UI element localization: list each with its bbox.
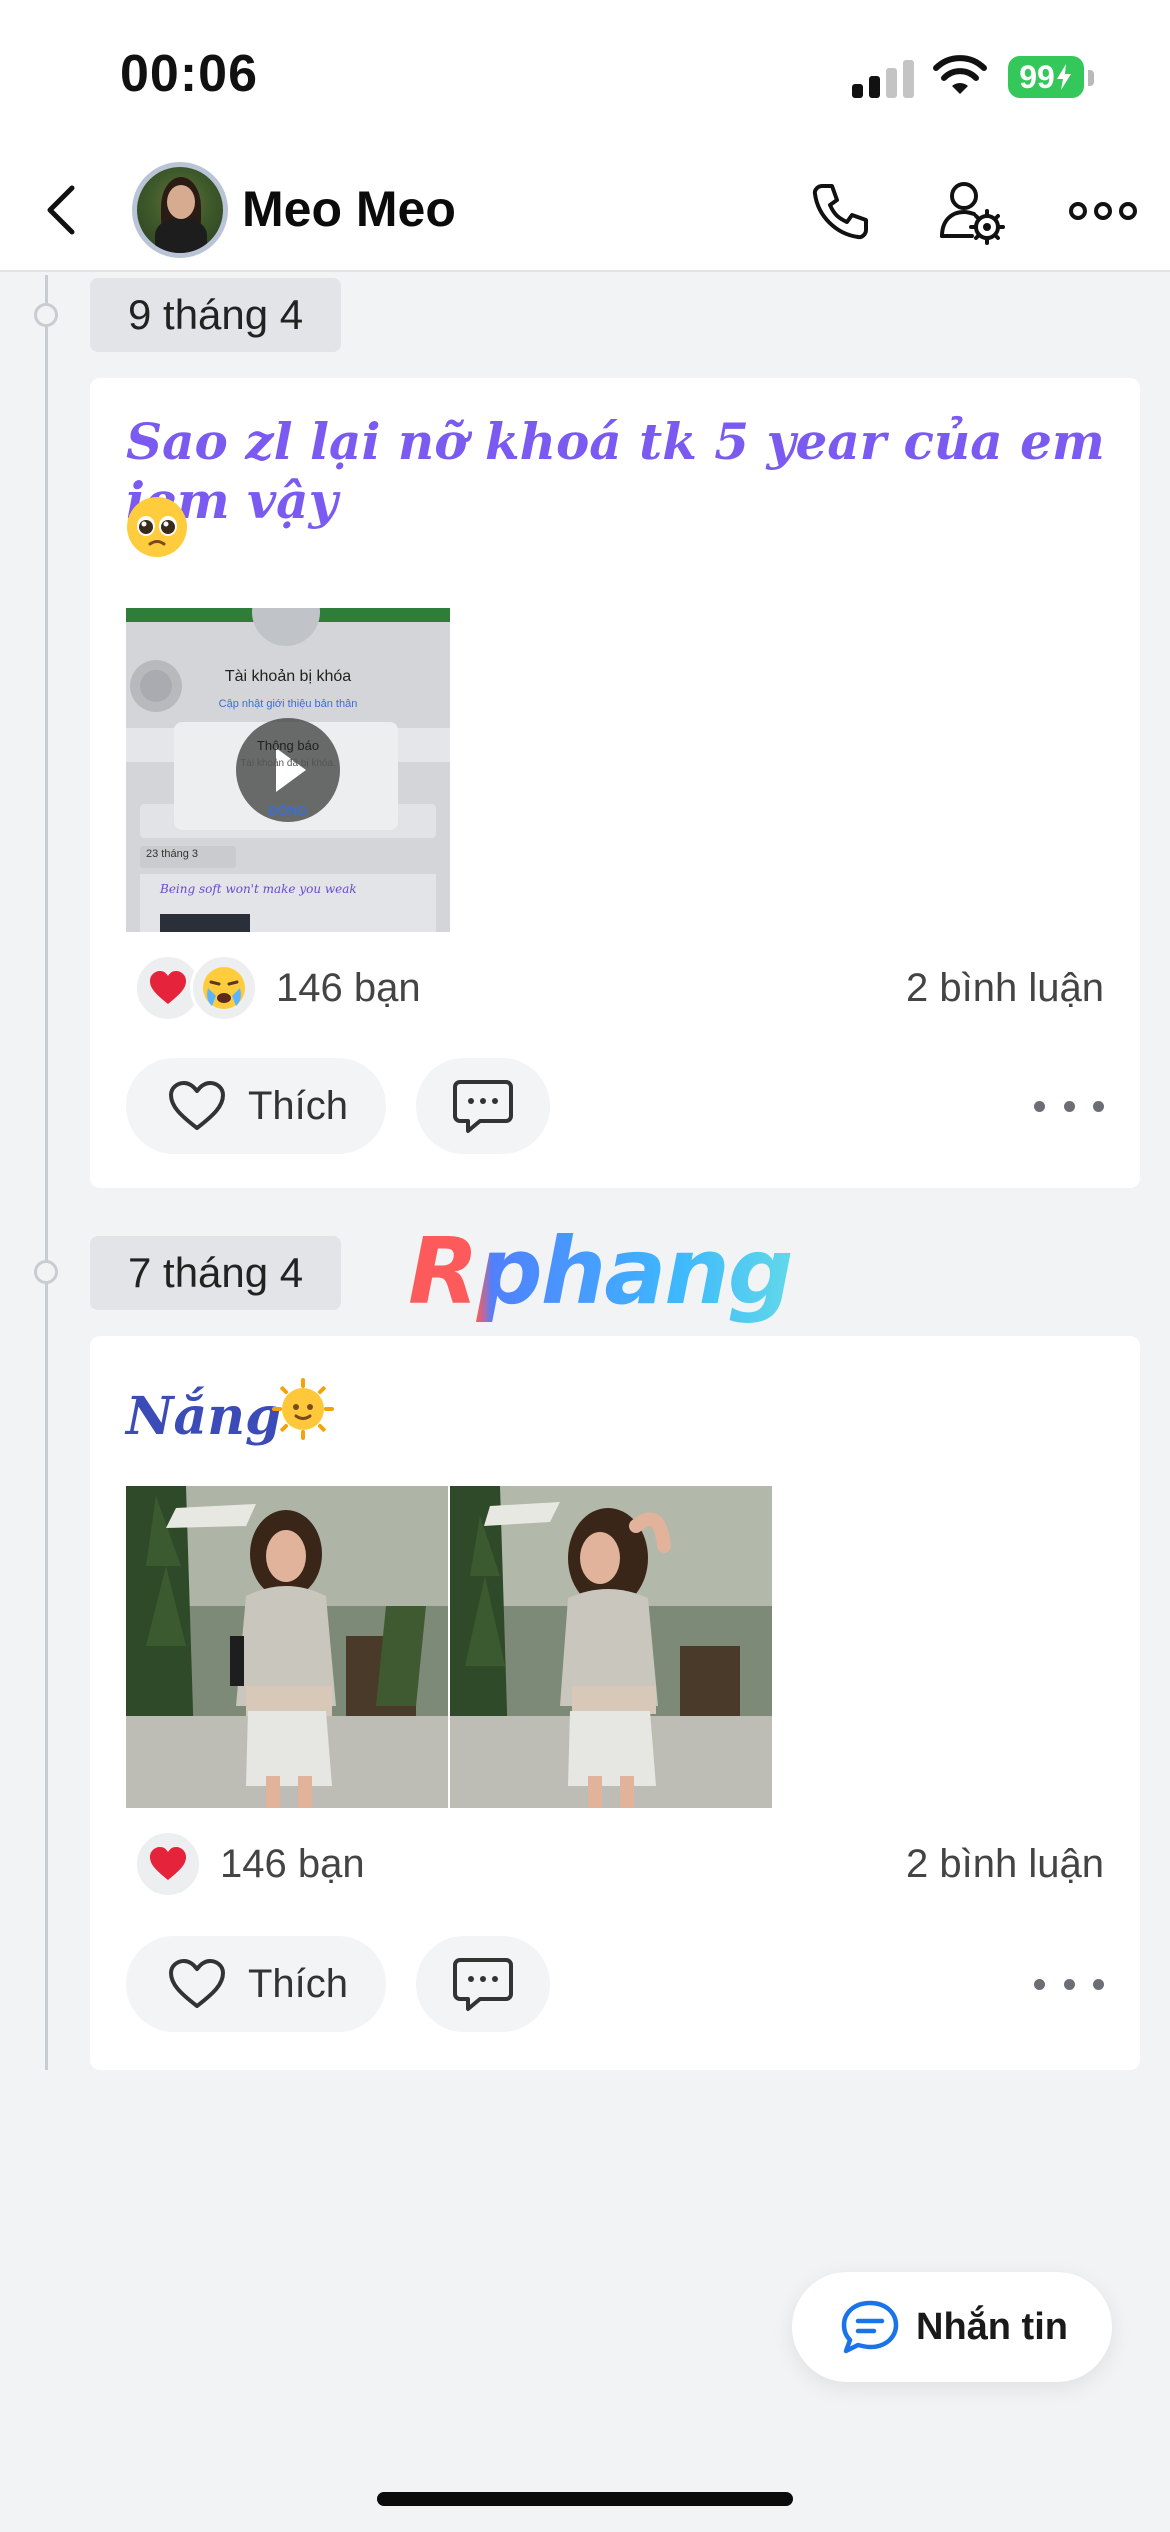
video-dialog-button: ĐÓNG <box>268 803 308 818</box>
sun-face-icon <box>272 1378 334 1440</box>
timeline-line <box>45 275 48 2070</box>
like-button[interactable]: Thích <box>126 1058 386 1154</box>
video-dialog-title: Thông báo <box>256 738 320 753</box>
video-inner-date: 23 tháng 3 <box>146 848 198 860</box>
video-title: Tài khoản bị khóa <box>224 668 352 685</box>
comment-button[interactable] <box>416 1058 550 1154</box>
reactions-summary[interactable]: 146 bạn <box>134 1830 365 1898</box>
comment-icon <box>453 1958 513 2011</box>
message-button[interactable]: Nhắn tin <box>792 2272 1112 2382</box>
like-label: Thích <box>248 1961 349 2006</box>
photo-thumbnail[interactable] <box>450 1486 772 1808</box>
video-thumbnail[interactable]: Tài khoản bị khóa Cập nhật giới thiệu bả… <box>126 608 450 932</box>
reactions-summary[interactable]: 146 bạn <box>134 954 421 1022</box>
timeline-dot <box>34 1260 58 1284</box>
post-options-icon[interactable] <box>1034 1964 1104 2004</box>
comment-button[interactable] <box>416 1936 550 2032</box>
message-button-label: Nhắn tin <box>916 2305 1068 2348</box>
video-dialog-body: Tài khoản đã bị khóa. <box>240 758 336 769</box>
contact-name[interactable]: Meo Meo <box>242 180 456 238</box>
crying-reaction-icon <box>190 954 258 1022</box>
post-card: Nắng 146 bạn 2 bình luận Thích <box>90 1336 1140 2070</box>
reaction-count: 146 bạn <box>220 1841 365 1886</box>
post-text: Sao zl lại nỡ khoá tk 5 year của em iem … <box>126 412 1105 530</box>
avatar[interactable] <box>132 162 228 258</box>
profile-header: Meo Meo <box>0 150 1170 272</box>
watermark-logo: Rphang <box>408 1218 794 1325</box>
battery-level: 99 <box>1019 58 1055 95</box>
battery-nub <box>1088 70 1094 86</box>
heart-outline-icon <box>169 1959 225 2008</box>
more-icon[interactable] <box>1068 176 1138 246</box>
signal-icon <box>852 58 916 98</box>
comment-icon <box>453 1080 513 1133</box>
like-label: Thích <box>248 1083 349 1128</box>
battery-icon: 99 <box>1008 56 1084 98</box>
heart-outline-icon <box>169 1081 225 1130</box>
comment-count[interactable]: 2 bình luận <box>906 966 1104 1011</box>
status-time: 00:06 <box>120 45 258 103</box>
charging-bolt-icon <box>1056 64 1071 90</box>
home-indicator <box>377 2492 793 2506</box>
video-subtitle: Cập nhật giới thiệu bản thân <box>218 698 358 710</box>
video-inner-text: Being soft won't make you weak <box>160 882 357 896</box>
back-icon[interactable] <box>34 180 94 240</box>
heart-reaction-icon <box>134 1830 202 1898</box>
reaction-count: 146 bạn <box>276 965 421 1010</box>
date-chip: 9 tháng 4 <box>90 278 342 352</box>
post-card: Sao zl lại nỡ khoá tk 5 year của em iem … <box>90 378 1140 1188</box>
pleading-face-icon <box>127 497 187 557</box>
comment-count[interactable]: 2 bình luận <box>906 1842 1104 1887</box>
photo-thumbnail[interactable] <box>126 1486 448 1808</box>
phone-icon[interactable] <box>804 176 874 246</box>
post-text: Nắng <box>126 1386 282 1447</box>
status-bar: 00:06 99 <box>0 0 1170 150</box>
timeline-dot <box>34 303 58 327</box>
like-button[interactable]: Thích <box>126 1936 386 2032</box>
date-chip: 7 tháng 4 <box>90 1236 342 1310</box>
user-settings-icon[interactable] <box>936 176 1006 246</box>
chat-bubble-icon <box>841 2300 899 2354</box>
post-options-icon[interactable] <box>1034 1086 1104 1126</box>
wifi-icon <box>933 55 987 94</box>
